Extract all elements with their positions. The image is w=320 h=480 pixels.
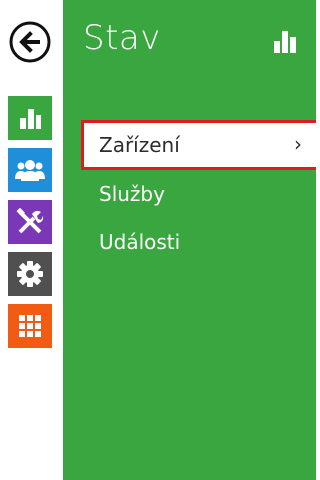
sidebar-item-status[interactable] bbox=[8, 96, 52, 140]
tools-icon bbox=[16, 208, 44, 234]
sidebar-item-directory[interactable] bbox=[8, 148, 52, 192]
menu-item-label: Zařízení bbox=[99, 133, 180, 157]
sidebar-rail bbox=[0, 0, 63, 480]
menu-item-label: Události bbox=[99, 230, 181, 254]
status-panel: Stav Zařízení › Služby Události bbox=[63, 0, 316, 480]
menu-item-label: Služby bbox=[99, 182, 165, 206]
bar-chart-icon bbox=[20, 109, 41, 129]
menu-item-zarizeni[interactable]: Zařízení › bbox=[81, 120, 316, 170]
back-arrow-icon[interactable] bbox=[8, 20, 52, 64]
sidebar-item-hardware[interactable] bbox=[8, 200, 52, 244]
bar-chart-icon bbox=[274, 31, 296, 53]
chevron-right-icon: › bbox=[294, 132, 302, 156]
menu-item-sluzby[interactable]: Služby bbox=[81, 170, 316, 218]
grid-icon bbox=[19, 315, 41, 337]
menu-item-udalosti[interactable]: Události bbox=[81, 218, 316, 266]
status-menu: Zařízení › Služby Události bbox=[81, 120, 316, 266]
page-title: Stav bbox=[83, 18, 161, 58]
sidebar-item-system[interactable] bbox=[8, 252, 52, 296]
users-icon bbox=[15, 160, 45, 181]
gear-icon bbox=[17, 261, 43, 287]
sidebar-item-services[interactable] bbox=[8, 304, 52, 348]
